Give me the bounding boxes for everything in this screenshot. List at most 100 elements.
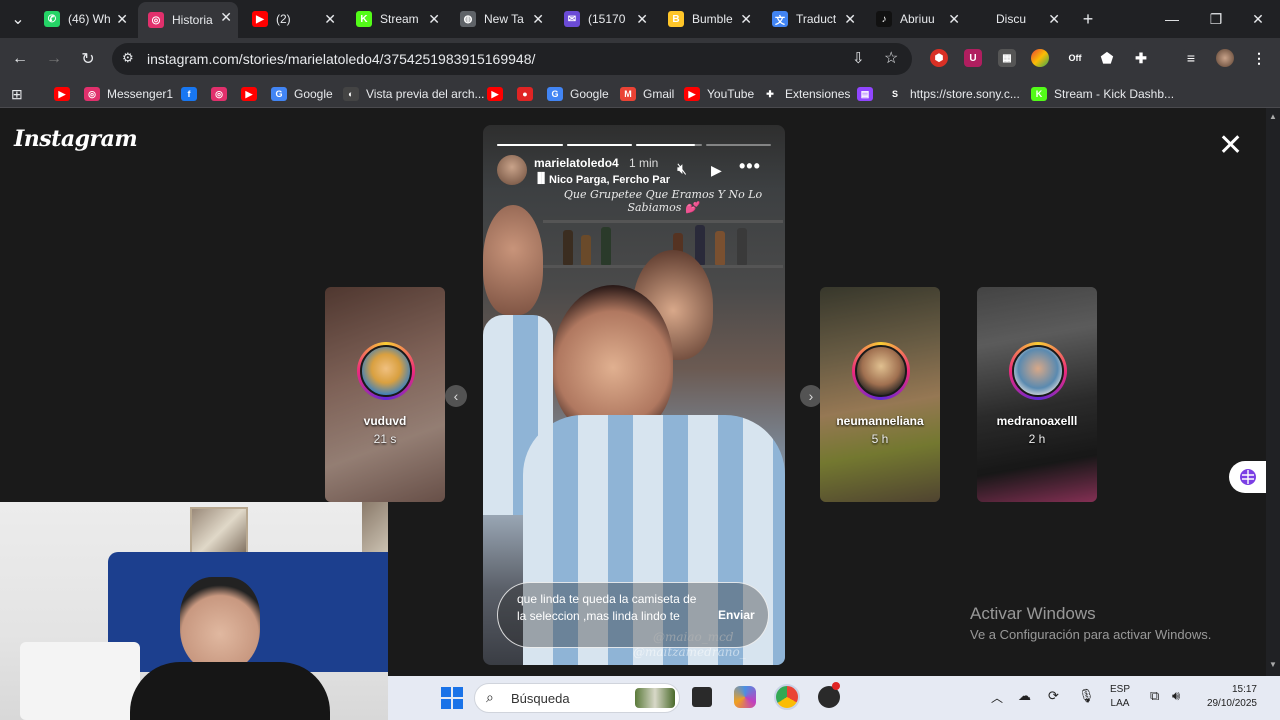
- profile-avatar[interactable]: [1216, 49, 1234, 67]
- minimize-button[interactable]: —: [1150, 0, 1194, 38]
- bookmark-item[interactable]: ◎: [211, 85, 234, 103]
- onedrive-icon[interactable]: ☁: [1018, 688, 1031, 704]
- muted-speaker-icon[interactable]: 🔇︎: [677, 161, 687, 179]
- close-tab-icon[interactable]: ✕: [532, 11, 544, 27]
- bookmark-item[interactable]: ▶ YouTube: [684, 85, 754, 103]
- window-close-button[interactable]: ✕: [1236, 0, 1280, 38]
- browser-tab[interactable]: B Bumble ✕: [658, 4, 758, 34]
- bookmark-item[interactable]: Shttps://store.sony.c...: [887, 85, 1020, 103]
- story-music-label[interactable]: Nico Parga, Fercho Par: [549, 174, 670, 186]
- story-author-avatar[interactable]: [497, 155, 527, 185]
- app-taskbar-icon[interactable]: [818, 682, 840, 708]
- scroll-up-icon[interactable]: ▲: [1269, 112, 1277, 121]
- page-scrollbar[interactable]: ▲ ▼: [1266, 108, 1280, 676]
- shield-extension-icon[interactable]: ⬟: [1098, 49, 1116, 67]
- apps-grid-icon[interactable]: ⊞: [11, 85, 23, 103]
- task-view-icon[interactable]: [692, 687, 712, 707]
- bookmark-item[interactable]: G Google: [547, 85, 609, 103]
- bookmark-item[interactable]: ◐ Vista previa del arch...: [343, 85, 485, 103]
- browser-tab[interactable]: K Stream ✕: [346, 4, 446, 34]
- language-indicator[interactable]: ESP LAA: [1110, 684, 1130, 709]
- bookmark-item[interactable]: ▶: [54, 85, 77, 103]
- chrome-taskbar-icon[interactable]: [774, 684, 800, 710]
- story-caption: Que Grupetee Que Eramos Y No Lo Sabiamos…: [563, 188, 763, 214]
- side-story-neumanneliana[interactable]: neumanneliana 5 h: [820, 287, 940, 502]
- tab-search-chevron-icon[interactable]: ⌄: [6, 7, 30, 31]
- new-tab-button[interactable]: +: [1066, 0, 1110, 38]
- windows-start-icon[interactable]: [441, 687, 463, 709]
- sync-icon[interactable]: ⟳: [1048, 688, 1059, 704]
- previous-story-arrow[interactable]: ‹: [445, 385, 467, 407]
- bookmark-item[interactable]: ▶: [487, 85, 510, 103]
- send-reply-button[interactable]: Enviar: [718, 608, 755, 622]
- bookmark-item[interactable]: G Google: [271, 85, 333, 103]
- adblock-extension-icon[interactable]: ⬢: [930, 49, 948, 67]
- side-story-medranoaxelll[interactable]: medranoaxelll 2 h: [977, 287, 1097, 502]
- network-icon[interactable]: ⧉: [1150, 688, 1159, 704]
- microphone-icon[interactable]: 🎙︎: [1078, 688, 1095, 704]
- bookmark-item[interactable]: f: [181, 85, 204, 103]
- play-icon[interactable]: ▶: [711, 162, 722, 179]
- browser-tab[interactable]: ✆ (46) Wh ✕: [34, 4, 134, 34]
- close-tab-icon[interactable]: ✕: [428, 11, 440, 27]
- close-tab-icon[interactable]: ✕: [740, 11, 752, 27]
- close-tab-icon[interactable]: ✕: [116, 11, 128, 27]
- address-bar[interactable]: ⚙ instagram.com/stories/marielatoledo4/3…: [112, 43, 912, 75]
- browser-tab[interactable]: 文 Traduct ✕: [762, 4, 862, 34]
- site-info-icon[interactable]: ⚙: [122, 50, 134, 66]
- main-story[interactable]: marielatoledo4 1 min ▐▌ Nico Parga, Ferc…: [483, 125, 785, 665]
- taskbar-clock[interactable]: 15:17 29/10/2025: [1203, 684, 1257, 709]
- bookmark-item[interactable]: ▶: [241, 85, 264, 103]
- bookmark-item[interactable]: M Gmail: [620, 85, 674, 103]
- extensions-puzzle-icon[interactable]: ✚: [1132, 49, 1150, 67]
- close-tab-icon[interactable]: ✕: [324, 11, 336, 27]
- floating-extension-button[interactable]: [1229, 461, 1266, 493]
- forward-button[interactable]: →: [42, 47, 66, 71]
- back-button[interactable]: ←: [8, 47, 32, 71]
- reload-button[interactable]: ↻: [76, 47, 100, 71]
- reply-text[interactable]: que linda te queda la camiseta de la sel…: [517, 591, 707, 625]
- tray-chevron-icon[interactable]: ︿: [991, 689, 1003, 706]
- bookmark-item[interactable]: ◎ Messenger1: [84, 85, 173, 103]
- bookmark-item[interactable]: ▤: [857, 85, 880, 103]
- browser-tab[interactable]: ✉ (15170 ✕: [554, 4, 654, 34]
- story-author-username[interactable]: marielatoledo4: [534, 156, 619, 170]
- more-options-icon[interactable]: •••: [739, 156, 761, 177]
- close-tab-icon[interactable]: ✕: [636, 11, 648, 27]
- close-tab-icon[interactable]: ✕: [1048, 11, 1060, 27]
- browser-tab[interactable]: ◍ New Ta ✕: [450, 4, 550, 34]
- browser-tab[interactable]: ♪ Abriuu ✕: [866, 4, 966, 34]
- bookmark-item[interactable]: ✚ Extensiones: [762, 85, 850, 103]
- bookmark-item[interactable]: K Stream - Kick Dashb...: [1031, 85, 1174, 103]
- off-extension-icon[interactable]: Off: [1066, 49, 1084, 67]
- tab-title: (2): [276, 12, 291, 26]
- color-extension-icon[interactable]: [1031, 49, 1049, 67]
- restore-button[interactable]: ❐: [1194, 0, 1238, 38]
- close-tab-icon[interactable]: ✕: [844, 11, 856, 27]
- close-stories-button[interactable]: ✕: [1218, 131, 1243, 161]
- bookmark-item[interactable]: ●: [517, 85, 540, 103]
- whatsapp-icon: ✆: [44, 11, 60, 27]
- browser-tab[interactable]: ◎ Historia ✕: [138, 2, 238, 38]
- ublock-extension-icon[interactable]: U: [964, 49, 982, 67]
- copilot-icon[interactable]: [734, 686, 756, 708]
- browser-menu-icon[interactable]: ⋮: [1250, 49, 1268, 67]
- close-tab-icon[interactable]: ✕: [948, 11, 960, 27]
- story-reply-input[interactable]: que linda te queda la camiseta de la sel…: [497, 582, 769, 648]
- volume-icon[interactable]: 🔊︎: [1172, 688, 1180, 704]
- avatar: [1012, 345, 1064, 397]
- side-story-vuduvd[interactable]: vuduvd 21 s: [325, 287, 445, 502]
- install-app-icon[interactable]: ⇩: [852, 49, 865, 67]
- url-text[interactable]: instagram.com/stories/marielatoledo4/375…: [147, 51, 535, 67]
- taskbar-search[interactable]: ⌕ Búsqueda: [474, 683, 680, 713]
- bookmark-star-icon[interactable]: ☆: [884, 48, 898, 68]
- browser-tab[interactable]: ▶ (2) ✕: [242, 4, 342, 34]
- activate-windows-subtitle: Ve a Configuración para activar Windows.: [970, 627, 1212, 642]
- instagram-logo[interactable]: Instagram: [14, 126, 138, 152]
- extension-grid-icon[interactable]: ▦: [998, 49, 1016, 67]
- next-story-arrow[interactable]: ›: [800, 385, 822, 407]
- scroll-down-icon[interactable]: ▼: [1269, 660, 1277, 669]
- media-control-icon[interactable]: ≡: [1182, 49, 1200, 67]
- browser-tab[interactable]: Disculp ✕: [986, 4, 1066, 34]
- close-tab-icon[interactable]: ✕: [220, 9, 232, 25]
